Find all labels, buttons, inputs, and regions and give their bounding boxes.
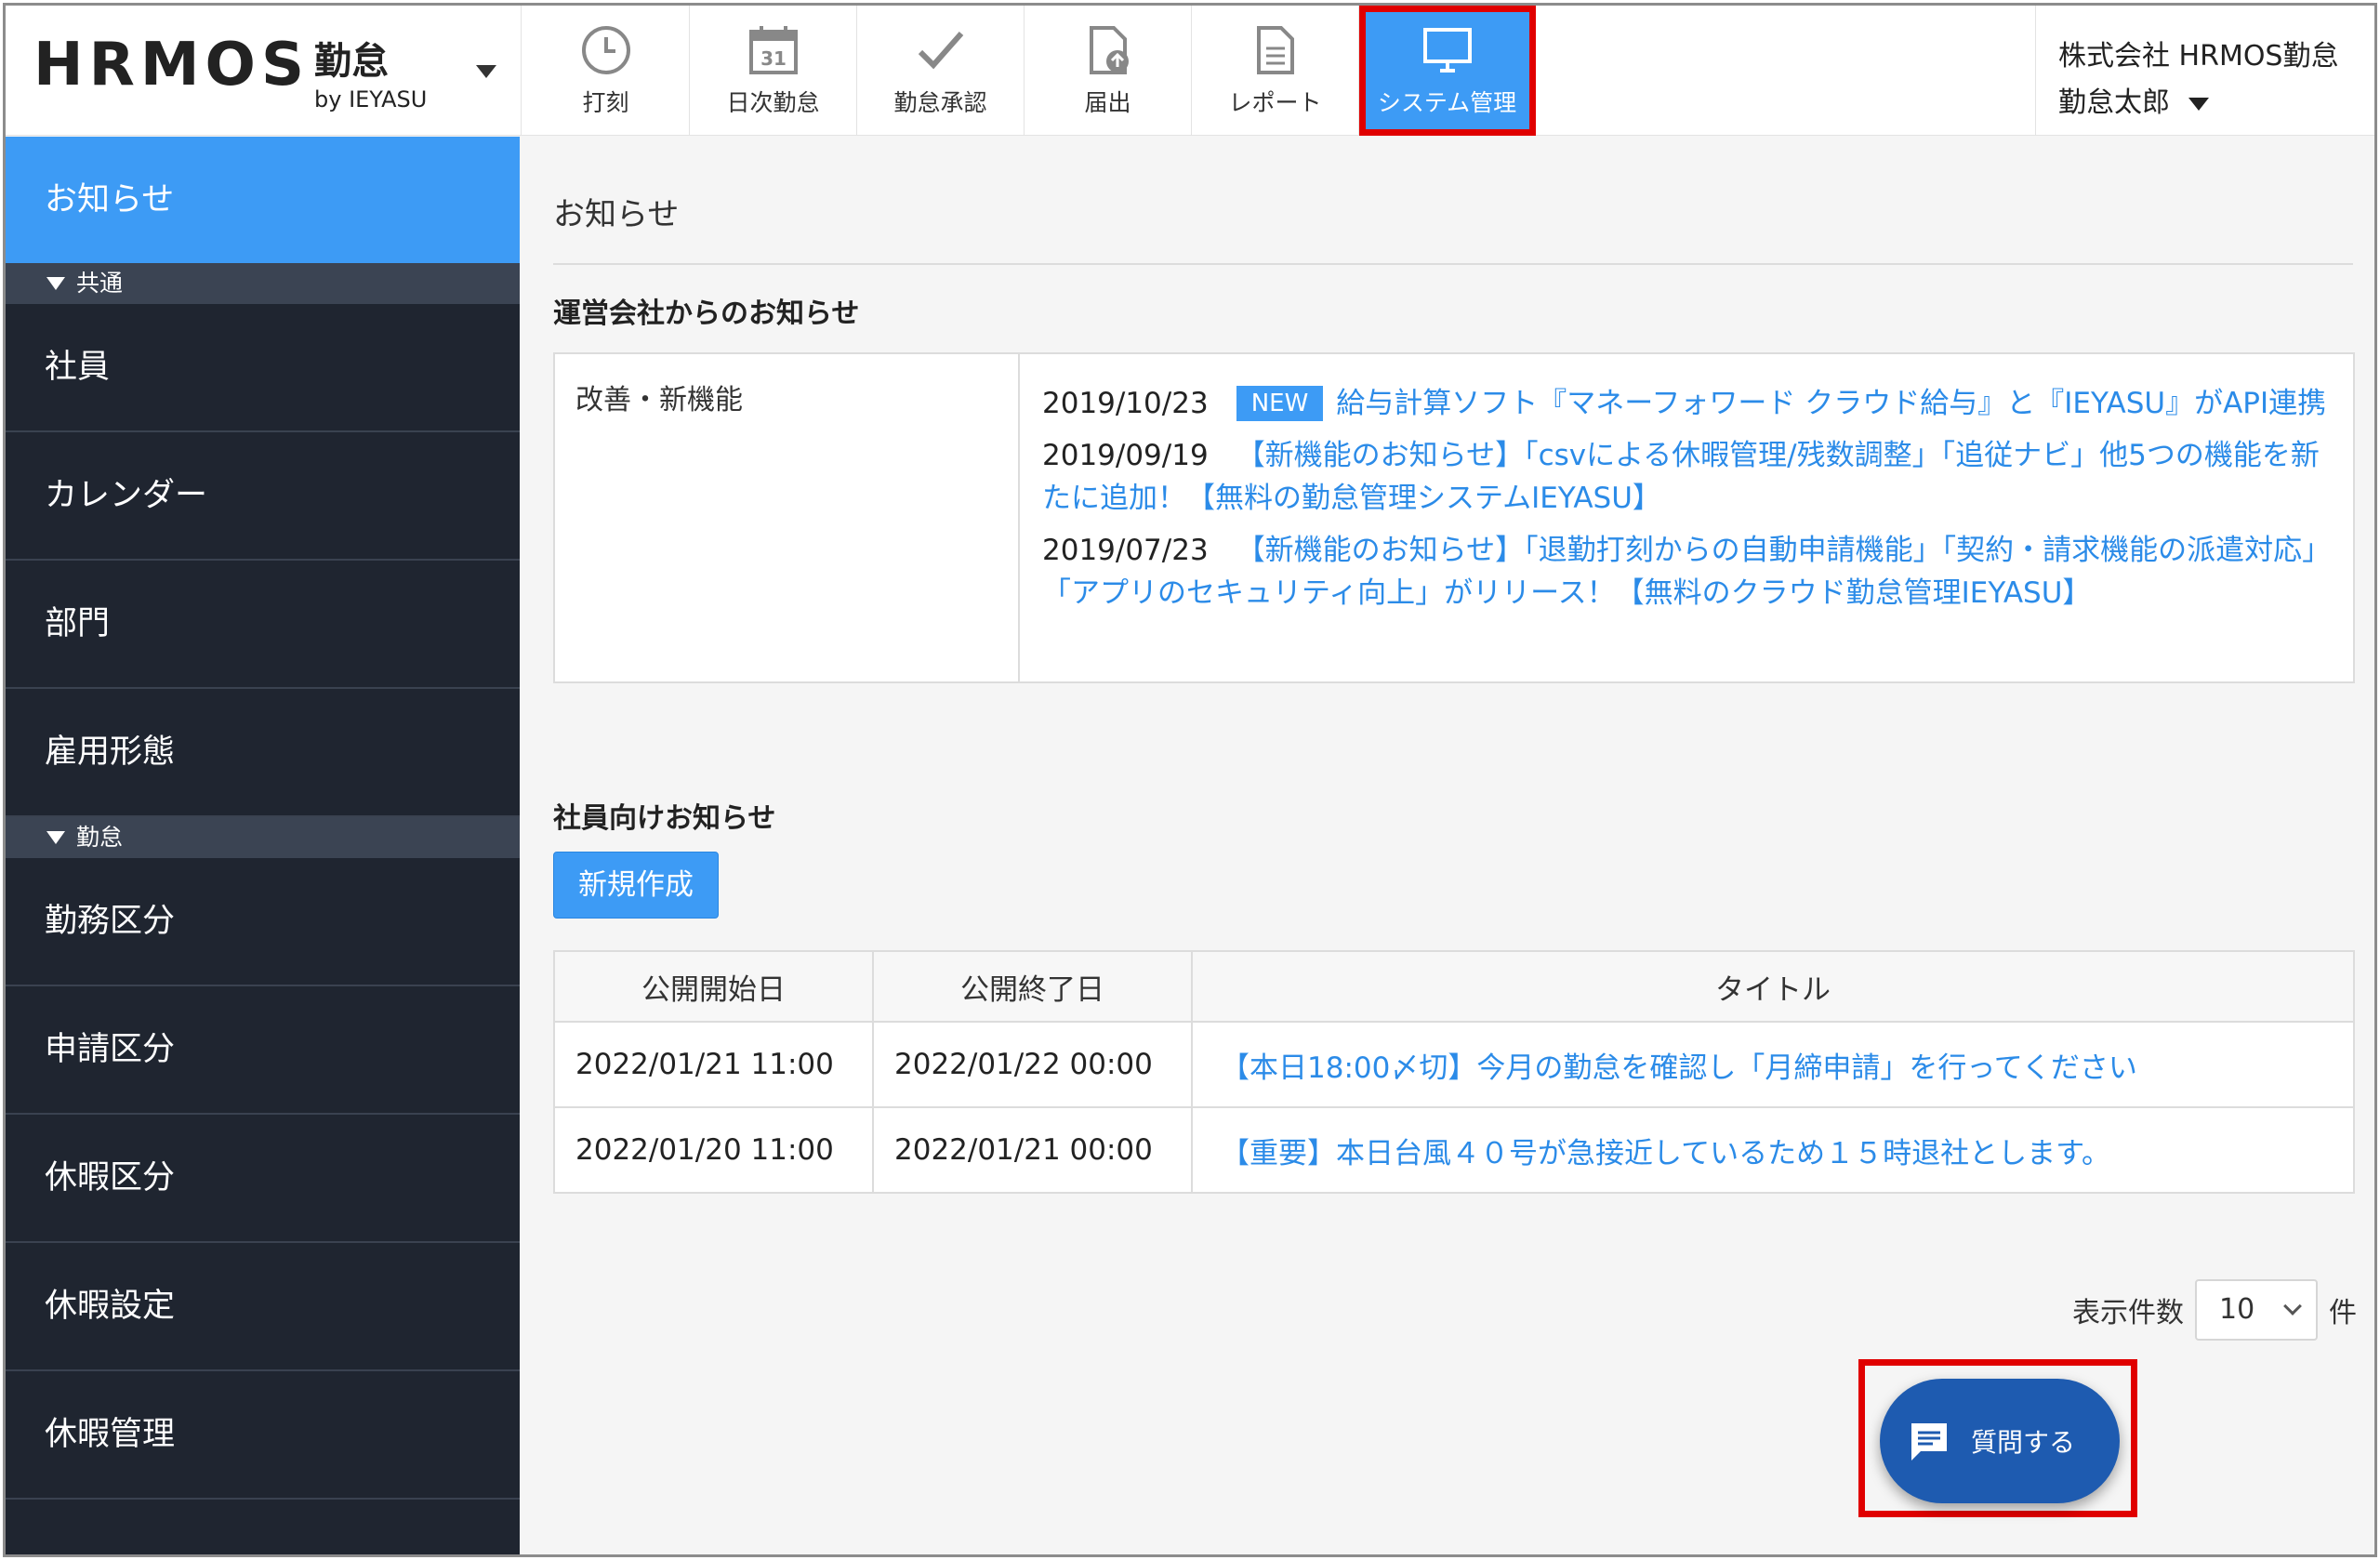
employee-notices-heading: 社員向けお知らせ [553,802,776,835]
nav-punch-label: 打刻 [582,89,629,116]
document-icon [1256,26,1294,74]
monitor-icon [1422,28,1472,73]
notice-list: 2019/10/23 NEW 給与計算ソフト『マネーフォワード クラウド給与』と『I… [1022,354,2353,652]
user-name: 勤怠太郎 [2058,86,2170,119]
brand-area[interactable]: HRMOS 勤怠 by IEYASU [6,6,522,136]
sidebar-item-leave-categories[interactable]: 休暇区分 [6,1115,520,1243]
notice-date: 2019/07/23 [1042,534,1209,567]
chevron-down-icon[interactable] [476,65,496,78]
employee-notices-table: 公開開始日 公開終了日 タイトル 2022/01/21 11:00 2022/0… [553,950,2355,1194]
notice-item: 2019/10/23 NEW 給与計算ソフト『マネーフォワード クラウド給与』と『I… [1042,382,2333,425]
sidebar-item-notices[interactable]: お知らせ [6,137,520,263]
nav-system-admin-label: システム管理 [1377,89,1517,116]
nav-report[interactable]: レポート [1192,6,1359,136]
table-header-row: 公開開始日 公開終了日 タイトル [553,950,2355,1023]
sidebar-item-leave-management[interactable]: 休暇管理 [6,1371,520,1500]
sidebar-item-work-categories[interactable]: 勤務区分 [6,858,520,986]
app-window: HRMOS 勤怠 by IEYASU 打刻 31 日次勤怠 勤怠承認 届出 レポ… [3,3,2377,1557]
operator-notices-heading: 運営会社からのお知らせ [553,297,860,330]
notice-date: 2019/09/19 [1042,439,1209,472]
brand-logo: HRMOS [33,31,311,99]
chevron-down-icon [2283,1297,2302,1315]
main-nav: 打刻 31 日次勤怠 勤怠承認 届出 レポート システム管理 [522,6,1536,136]
column-header-title[interactable]: タイトル [1191,950,2355,1023]
sidebar-group-label: 共通 [76,270,124,297]
sidebar-group-label: 勤怠 [76,824,124,851]
notice-link[interactable]: 【新機能のお知らせ】「退勤打刻からの自動申請機能」「契約・請求機能の派遣対応」「… [1042,534,2331,610]
operator-notices-box: 改善・新機能 2019/10/23 NEW 給与計算ソフト『マネーフォワード クラウ… [553,352,2355,683]
page-size-select[interactable]: 10 [2195,1279,2318,1341]
notice-date: 2019/10/23 [1042,387,1209,420]
page-size-value: 10 [2219,1293,2255,1326]
nav-approval-label: 勤怠承認 [893,89,987,116]
sidebar-item-employment-types[interactable]: 雇用形態 [6,689,520,817]
divider [553,263,2353,265]
company-name: 株式会社 HRMOS勤怠 [2058,40,2339,73]
main-content: お知らせ 運営会社からのお知らせ 改善・新機能 2019/10/23 NEW 給与計… [520,137,2374,1554]
sidebar: お知らせ 共通 社員 カレンダー 部門 雇用形態 勤怠 勤務区分 申請区分 休暇… [6,137,520,1554]
cell-end-date: 2022/01/21 00:00 [872,1106,1193,1194]
sidebar-group-attendance[interactable]: 勤怠 [6,817,520,858]
sidebar-item-departments[interactable]: 部門 [6,561,520,689]
notice-category: 改善・新機能 [555,354,1020,681]
column-header-start[interactable]: 公開開始日 [553,950,874,1023]
user-name-row[interactable]: 勤怠太郎 [2058,80,2374,126]
nav-requests-label: 届出 [1084,89,1131,116]
page-size-control: 表示件数 10 件 [2072,1279,2357,1341]
nav-requests[interactable]: 届出 [1025,6,1192,136]
user-menu[interactable]: 株式会社 HRMOS勤怠 勤怠太郎 [2035,6,2374,136]
column-header-end[interactable]: 公開終了日 [872,950,1193,1023]
calendar-day-number: 31 [760,47,787,70]
sidebar-group-common[interactable]: 共通 [6,263,520,304]
ask-highlight: 質問する [1858,1359,2137,1517]
chat-icon [1911,1423,1947,1461]
top-header: HRMOS 勤怠 by IEYASU 打刻 31 日次勤怠 勤怠承認 届出 レポ… [6,6,2374,136]
table-row: 2022/01/21 11:00 2022/01/22 00:00 【本日18:… [553,1021,2355,1108]
brand-product: 勤怠 [314,40,389,83]
nav-daily-label: 日次勤怠 [726,89,820,116]
ask-question-button[interactable]: 質問する [1880,1379,2120,1503]
create-new-button[interactable]: 新規作成 [553,852,719,919]
calendar-icon: 31 [748,26,798,74]
sidebar-item-request-categories[interactable]: 申請区分 [6,986,520,1115]
nav-punch[interactable]: 打刻 [522,6,690,136]
cell-end-date: 2022/01/22 00:00 [872,1021,1193,1108]
cell-start-date: 2022/01/20 11:00 [553,1106,874,1194]
sidebar-item-calendar[interactable]: カレンダー [6,432,520,561]
page-size-label: 表示件数 [2072,1297,2184,1329]
upload-document-icon [1089,26,1129,74]
notice-item: 2019/07/23 【新機能のお知らせ】「退勤打刻からの自動申請機能」「契約・請… [1042,529,2333,615]
page-size-unit: 件 [2329,1297,2357,1329]
cell-title-link[interactable]: 【重要】本日台風４０号が急接近しているため１５時退社とします。 [1191,1106,2355,1194]
sidebar-item-employees[interactable]: 社員 [6,304,520,432]
check-icon [918,32,963,70]
nav-system-admin[interactable]: システム管理 [1359,6,1536,136]
brand-byline: by IEYASU [314,86,428,112]
ask-button-label: 質問する [1971,1427,2076,1458]
notice-link[interactable]: 給与計算ソフト『マネーフォワード クラウド給与』と『IEYASU』がAPI連携 [1336,387,2326,420]
nav-approval[interactable]: 勤怠承認 [857,6,1025,136]
cell-title-link[interactable]: 【本日18:00〆切】今月の勤怠を確認し「月締申請」を行ってください [1191,1021,2355,1108]
notice-item: 2019/09/19 【新機能のお知らせ】「csvによる休暇管理/残数調整」「追従… [1042,434,2333,520]
chevron-down-icon[interactable] [2188,97,2209,111]
table-row: 2022/01/20 11:00 2022/01/21 00:00 【重要】本日… [553,1106,2355,1194]
clock-icon [581,26,630,74]
notice-link[interactable]: 【新機能のお知らせ】「csvによる休暇管理/残数調整」「追従ナビ」他5つの機能を… [1042,439,2320,515]
sidebar-item-leave-settings[interactable]: 休暇設定 [6,1243,520,1371]
new-badge: NEW [1236,386,1324,421]
nav-report-label: レポート [1228,89,1322,116]
cell-start-date: 2022/01/21 11:00 [553,1021,874,1108]
nav-daily[interactable]: 31 日次勤怠 [690,6,857,136]
page-title: お知らせ [553,196,680,233]
